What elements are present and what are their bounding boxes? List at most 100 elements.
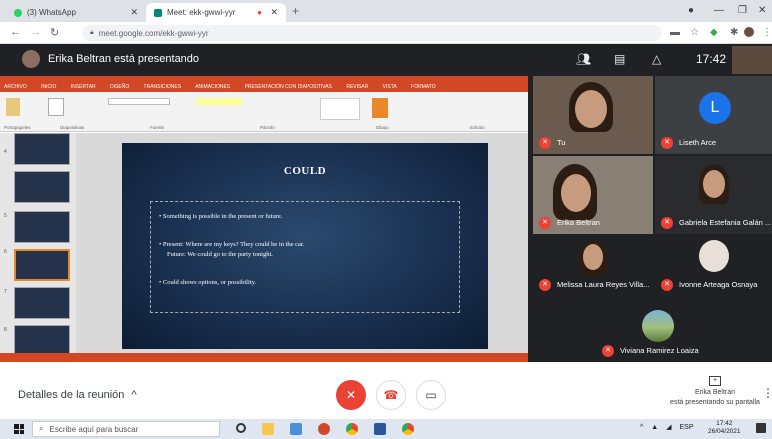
- maximize-icon[interactable]: ❐: [738, 5, 747, 16]
- system-time: 17:42: [716, 420, 733, 427]
- close-window-icon[interactable]: ✕: [758, 5, 766, 16]
- ppt-menu-item[interactable]: VISTA: [383, 84, 397, 90]
- font-select[interactable]: [108, 98, 170, 105]
- cast-icon[interactable]: ▬: [670, 27, 680, 38]
- participant-tile[interactable]: ✕ Erika Beltran: [533, 156, 653, 234]
- chat-icon[interactable]: ▤: [614, 52, 625, 66]
- lock-icon: 🔒︎: [90, 29, 94, 36]
- search-icon: ⌕: [39, 424, 44, 433]
- presenting-name: Erika Beltran: [694, 389, 736, 396]
- slide-text-box[interactable]: • Something is possible in the present o…: [150, 201, 460, 313]
- extension-icon[interactable]: ◆: [710, 27, 718, 38]
- puzzle-icon[interactable]: ✱: [730, 27, 738, 38]
- highlight-icon[interactable]: [196, 98, 242, 105]
- close-tab-icon[interactable]: ✕: [270, 7, 278, 18]
- ppt-menu-item[interactable]: DISEÑO: [110, 84, 129, 90]
- mic-toggle-button[interactable]: ✕: [336, 380, 366, 410]
- minimize-icon[interactable]: —: [714, 5, 724, 16]
- slide-thumbnail[interactable]: [14, 211, 70, 243]
- ppt-menu-item[interactable]: REVISAR: [346, 84, 368, 90]
- people-icon[interactable]: 👥︎: [576, 52, 591, 66]
- participant-name: Tu: [557, 138, 566, 147]
- slide-thumbnail[interactable]: [14, 133, 70, 165]
- avatar: L: [699, 92, 731, 124]
- participant-name: Liseth Arce: [679, 138, 717, 147]
- ppt-menu-item[interactable]: FORMATO: [411, 84, 436, 90]
- system-clock[interactable]: 17:42 26/04/2021: [708, 420, 741, 436]
- ppt-menu-item[interactable]: ANIMACIONES: [195, 84, 230, 90]
- notifications-icon[interactable]: [756, 423, 766, 433]
- activities-icon[interactable]: △: [652, 52, 661, 66]
- url-field[interactable]: 🔒︎ meet.google.com/ekk-gwwi-yyr: [82, 25, 662, 41]
- mic-off-icon: ✕: [345, 388, 357, 402]
- slide-title: COULD: [283, 165, 327, 177]
- ppt-menu-item[interactable]: TRANSICIONES: [144, 84, 182, 90]
- chrome-icon[interactable]: [402, 423, 414, 435]
- back-icon[interactable]: ←: [10, 26, 21, 38]
- slide-bullet: • Could shows options, or possibility.: [159, 279, 257, 286]
- meet-control-bar: Detalles de la reunión ^ ✕ ☎︎ ▭ + Erika …: [0, 362, 772, 419]
- ppt-menu-item[interactable]: INSERTAR: [71, 84, 96, 90]
- profile-dot-icon[interactable]: ●: [688, 5, 694, 16]
- slide-thumbnail[interactable]: [14, 171, 70, 203]
- slide-bullet: Future: We could go to the party tonight…: [167, 251, 273, 258]
- star-icon[interactable]: ☆: [690, 27, 699, 38]
- reload-icon[interactable]: ↻: [50, 26, 59, 39]
- tab-whatsapp[interactable]: (3) WhatsApp ✕: [6, 3, 146, 22]
- slide-thumbnail-selected[interactable]: [14, 249, 70, 281]
- participant-name: Ivonne Arteaga Osnaya: [679, 280, 758, 289]
- new-slide-icon[interactable]: [48, 98, 64, 116]
- meeting-details-button[interactable]: Detalles de la reunión ^: [18, 389, 137, 401]
- shapes-gallery[interactable]: [320, 98, 360, 120]
- presenting-indicator[interactable]: + Erika Beltran está presentando su pant…: [660, 376, 770, 408]
- close-tab-icon[interactable]: ✕: [130, 7, 138, 18]
- search-placeholder: Escribe aquí para buscar: [49, 424, 139, 434]
- meet-icon: [154, 8, 162, 17]
- group-label: Párrafo: [260, 125, 275, 130]
- ppt-slide-panel: 4 5 6 7 8: [0, 133, 76, 357]
- wifi-icon[interactable]: ▲: [651, 424, 658, 431]
- windows-logo-icon[interactable]: [14, 424, 24, 434]
- chevron-up-icon: ^: [131, 389, 137, 401]
- more-vert-icon[interactable]: ⋮: [762, 386, 772, 400]
- participant-name: Erika Beltran: [557, 218, 600, 227]
- tab-meet[interactable]: Meet: ekk-gwwi-yyr ● ✕: [146, 3, 286, 22]
- thumb-number: 8: [4, 327, 7, 333]
- participant-tile[interactable]: ✕ Tu: [533, 76, 653, 154]
- ppt-menu-item[interactable]: INICIO: [41, 84, 56, 90]
- chevron-up-icon[interactable]: ^: [640, 424, 643, 431]
- chrome-icon[interactable]: [346, 423, 358, 435]
- taskbar-search[interactable]: ⌕ Escribe aquí para buscar: [32, 421, 220, 437]
- participant-tile[interactable]: ✕ Viviana Ramirez Loaiza: [596, 298, 726, 362]
- arrange-icon[interactable]: [372, 98, 388, 118]
- ppt-menu-item[interactable]: ARCHIVO: [4, 84, 27, 90]
- participant-avatar: [642, 310, 674, 342]
- file-explorer-icon[interactable]: [262, 423, 274, 435]
- more-vert-icon[interactable]: ⋮: [762, 27, 772, 38]
- language-indicator[interactable]: ESP: [679, 424, 693, 431]
- store-icon[interactable]: [290, 423, 302, 435]
- profile-avatar[interactable]: [744, 27, 754, 37]
- new-tab-button[interactable]: +: [292, 4, 299, 18]
- camera-toggle-button[interactable]: ▭: [416, 380, 446, 410]
- hangup-button[interactable]: ☎︎: [376, 380, 406, 410]
- paste-icon[interactable]: [6, 98, 20, 116]
- forward-icon[interactable]: →: [30, 26, 41, 38]
- volume-icon[interactable]: ◢: [666, 424, 671, 431]
- group-label: Fuente: [150, 125, 165, 130]
- cortana-icon[interactable]: [236, 423, 246, 433]
- participant-tile[interactable]: ✕ Melissa Laura Reyes Villa...: [533, 236, 653, 296]
- meet-top-bar: Erika Beltran está presentando 👥︎ ▤ △ 17…: [0, 44, 772, 74]
- camera-icon: ▭: [425, 388, 437, 402]
- participant-tile[interactable]: ✕ Gabriela Estefania Galán ...: [655, 156, 772, 234]
- current-slide: COULD • Something is possible in the pre…: [122, 143, 488, 349]
- mic-off-icon: ✕: [539, 217, 551, 229]
- participant-tile[interactable]: ✕ Ivonne Arteaga Osnaya: [655, 236, 772, 296]
- participant-tile[interactable]: L ✕ Liseth Arce: [655, 76, 772, 154]
- word-icon[interactable]: [374, 423, 386, 435]
- slide-bullet: • Something is possible in the present o…: [159, 213, 283, 220]
- slide-thumbnail[interactable]: [14, 287, 70, 319]
- thumb-number: 4: [4, 149, 7, 155]
- office-icon[interactable]: [318, 423, 330, 435]
- ppt-menu-item[interactable]: PRESENTACIÓN CON DIAPOSITIVAS: [245, 84, 332, 90]
